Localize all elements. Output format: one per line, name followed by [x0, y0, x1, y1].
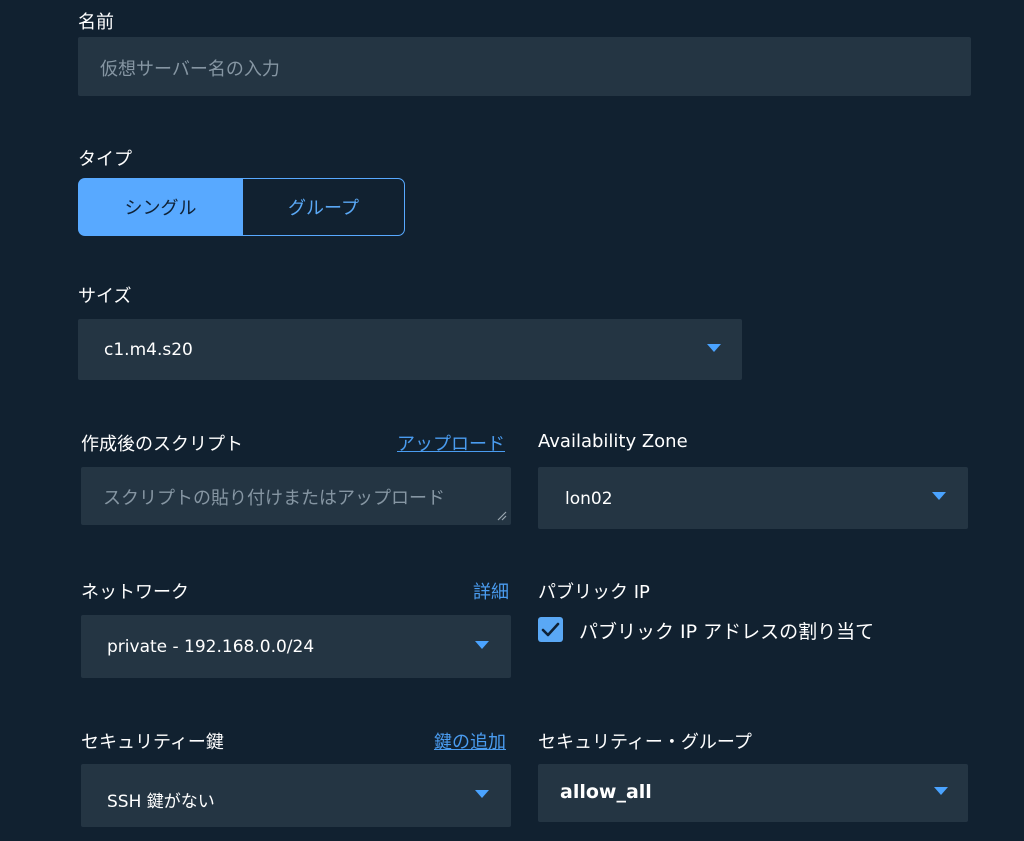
name-placeholder: 仮想サーバー名の入力 — [100, 59, 280, 80]
public-ip-label: パブリック IP — [538, 582, 650, 603]
caret-down-icon — [475, 790, 489, 798]
security-group-select[interactable]: allow_all — [538, 764, 968, 822]
network-select[interactable]: private - 192.168.0.0/24 — [81, 615, 511, 678]
name-label: 名前 — [78, 12, 114, 33]
security-group-value: allow_all — [560, 781, 652, 803]
type-single-label: シングル — [124, 198, 197, 219]
name-input[interactable]: 仮想サーバー名の入力 — [78, 37, 971, 96]
public-ip-checkbox[interactable] — [538, 617, 563, 642]
add-key-link[interactable]: 鍵の追加 — [434, 728, 506, 754]
caret-down-icon — [475, 641, 489, 649]
script-upload-link[interactable]: アップロード — [397, 430, 505, 456]
availability-zone-label: Availability Zone — [538, 431, 688, 452]
resize-handle-icon[interactable] — [497, 511, 507, 521]
size-label: サイズ — [78, 286, 132, 307]
network-label: ネットワーク — [81, 582, 189, 603]
caret-down-icon — [707, 344, 721, 352]
caret-down-icon — [932, 492, 946, 500]
public-ip-checkbox-label[interactable]: パブリック IP アドレスの割り当て — [579, 617, 874, 644]
script-textarea[interactable]: スクリプトの貼り付けまたはアップロード — [81, 467, 511, 525]
checkmark-icon — [541, 622, 560, 637]
type-single-option[interactable]: シングル — [78, 178, 243, 236]
script-placeholder: スクリプトの貼り付けまたはアップロード — [103, 488, 445, 509]
network-value: private - 192.168.0.0/24 — [107, 637, 315, 657]
security-group-label: セキュリティー・グループ — [538, 732, 752, 753]
availability-zone-select[interactable]: lon02 — [538, 467, 968, 529]
security-key-select[interactable]: SSH 鍵がない — [81, 764, 511, 827]
security-key-value: SSH 鍵がない — [107, 792, 215, 812]
type-label: タイプ — [78, 149, 132, 170]
type-group-label: グループ — [288, 198, 359, 219]
availability-zone-value: lon02 — [565, 489, 613, 509]
network-details-link[interactable]: 詳細 — [473, 578, 509, 604]
size-select[interactable]: c1.m4.s20 — [78, 319, 742, 380]
type-group-option[interactable]: グループ — [242, 178, 405, 236]
security-key-label: セキュリティー鍵 — [81, 732, 224, 753]
script-label: 作成後のスクリプト — [81, 434, 243, 455]
size-value: c1.m4.s20 — [104, 340, 193, 360]
caret-down-icon — [934, 787, 948, 795]
